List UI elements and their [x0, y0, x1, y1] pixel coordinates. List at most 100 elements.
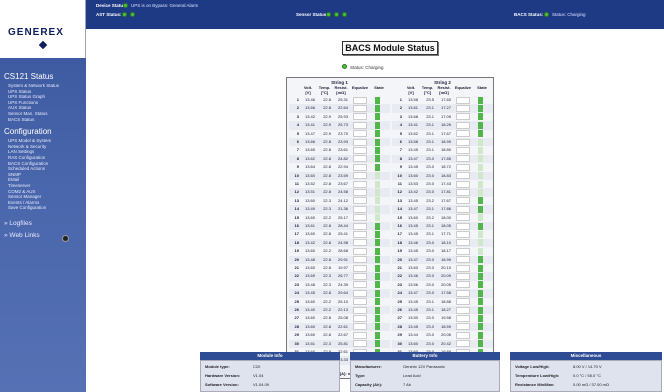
equalize-indicator [456, 130, 470, 138]
cell-resistance: 18.10 [440, 239, 451, 245]
logo-area: GENEREX [0, 0, 86, 58]
equalize-indicator [353, 138, 367, 146]
table-row: 18 13.46 23.0 18.10 [392, 238, 493, 248]
sidebar-item[interactable]: Timeserver [8, 183, 30, 188]
cell-voltage: 13.45 [407, 164, 418, 170]
table-row: 13 13.60 22.3 24.12 [289, 197, 390, 205]
sidebar-item[interactable]: EMail [8, 177, 19, 182]
state-indicator [375, 306, 380, 314]
table-row: 21 13.60 22.8 19.97 [289, 264, 390, 272]
table-row: 4 13.41 22.9 25.73 [289, 121, 390, 130]
cell-module-number: 28 [294, 323, 299, 329]
cell-temperature: 23.1 [426, 147, 434, 153]
sidebar-item[interactable]: Scheduled Actions [8, 166, 45, 171]
state-indicator [375, 231, 380, 239]
sidebar-item[interactable]: UPS Status Graph [8, 94, 45, 99]
table-row: 23 13.56 23.0 20.05 [392, 281, 493, 289]
table-row: 8 13.62 22.8 24.82 [289, 154, 390, 164]
cell-temperature: 22.8 [323, 164, 331, 170]
cell-voltage: 13.61 [407, 105, 418, 111]
cell-module-number: 10 [397, 172, 402, 178]
cell-voltage: 13.66 [304, 139, 315, 144]
state-indicator [375, 281, 380, 289]
cell-resistance: 22.64 [337, 105, 348, 111]
sidebar-item[interactable]: RAS Configuration [8, 155, 45, 160]
sidebar-item[interactable]: BACS Status [8, 117, 34, 122]
equalize-indicator [456, 281, 470, 289]
cell-voltage: 13.45 [407, 307, 418, 312]
info-value: V1.04 [253, 373, 264, 378]
sidebar-item[interactable]: BACS Configuration [8, 161, 48, 166]
sidebar-item[interactable]: COM2 & AUX [8, 189, 36, 194]
table-row: 3 13.68 23.1 17.09 [392, 113, 493, 121]
state-indicator [478, 264, 483, 272]
sidebar-link[interactable]: » Web Links [4, 232, 40, 239]
cell-module-number: 7 [296, 147, 299, 153]
cell-temperature: 23.0 [426, 281, 434, 287]
sidebar-item[interactable]: Sensor Man. Status [8, 111, 48, 116]
state-indicator [375, 147, 380, 155]
sidebar-item[interactable]: System & Network Status [8, 83, 59, 88]
cell-resistance: 18.80 [440, 147, 451, 153]
cell-resistance: 24.12 [337, 197, 348, 203]
cell-resistance: 23.61 [337, 147, 348, 153]
table-row: 4 13.41 23.1 18.26 [392, 121, 493, 130]
table-row: 11 13.52 22.8 23.67 [289, 180, 390, 188]
sidebar-item[interactable]: SNMP [8, 172, 21, 177]
equalize-indicator [456, 331, 470, 339]
cell-resistance: 24.82 [337, 155, 348, 161]
cell-resistance: 25.93 [337, 113, 348, 119]
equalize-indicator [353, 105, 367, 113]
sidebar-item[interactable]: UPS Functions [8, 100, 38, 105]
sidebar-item[interactable]: Network & Security [8, 144, 46, 149]
equalize-indicator [353, 130, 367, 138]
cell-voltage: 13.58 [407, 97, 418, 102]
cell-resistance: 18.26 [440, 122, 451, 128]
info-header-misc: Miscellaneous [510, 352, 662, 360]
string-table: String 1 Volt. [V] Temp. [°C] Resist. [mΩ] E… [289, 80, 390, 376]
state-indicator [478, 315, 483, 323]
state-indicator [478, 147, 483, 155]
cell-voltage: 13.56 [407, 281, 418, 287]
cell-voltage: 13.46 [304, 97, 315, 102]
cell-voltage: 13.60 [304, 265, 315, 270]
sidebar-link[interactable]: » Logfiles [4, 220, 32, 227]
cell-module-number: 17 [294, 231, 299, 237]
equalize-indicator [456, 214, 470, 222]
sidebar-item[interactable]: AUX Status [8, 105, 31, 110]
sidebar-item[interactable]: UPS Model & System [8, 138, 51, 143]
cell-resistance: 17.67 [440, 130, 451, 136]
table-row: 23 13.48 22.3 24.39 [289, 281, 390, 289]
cell-voltage: 13.60 [304, 231, 315, 237]
cell-resistance: 29.64 [337, 290, 348, 296]
ast-status-label: AST Status: [96, 12, 122, 17]
cell-temperature: 22.8 [323, 332, 331, 338]
cell-module-number: 25 [397, 298, 402, 304]
sidebar-item[interactable]: LAN Settings [8, 149, 34, 154]
cell-temperature: 22.8 [323, 290, 331, 296]
cell-voltage: 13.60 [304, 197, 315, 203]
cell-voltage: 13.45 [407, 323, 418, 329]
cell-resistance: 17.67 [440, 197, 451, 203]
sidebar-item[interactable]: UPS Status [8, 89, 31, 94]
table-row: 2 13.66 22.8 22.64 [289, 104, 390, 113]
cell-resistance: 24.98 [337, 239, 348, 245]
cell-module-number: 29 [294, 332, 299, 338]
cell-temperature: 23.1 [426, 206, 434, 212]
state-indicator [375, 205, 380, 213]
state-indicator [478, 340, 483, 348]
sidebar-item[interactable]: Events / Alarms [8, 200, 39, 205]
string-table: String 2 Volt. [V] Temp. [°C] Resist. [mΩ] E… [392, 80, 493, 376]
sidebar-item[interactable]: Save Configuration [8, 205, 46, 210]
table-row: 7 13.45 23.1 18.80 [392, 146, 493, 155]
state-indicator [478, 105, 483, 113]
cell-resistance: 18.59 [440, 323, 451, 329]
cell-module-number: 11 [294, 181, 299, 186]
column-header-state: State [374, 85, 384, 90]
equalize-indicator [353, 197, 367, 205]
cell-temperature: 23.0 [426, 290, 434, 296]
sidebar-item[interactable]: Sensor Manager [8, 194, 41, 199]
state-indicator [478, 96, 483, 104]
state-indicator [478, 172, 483, 180]
state-indicator [478, 331, 483, 339]
